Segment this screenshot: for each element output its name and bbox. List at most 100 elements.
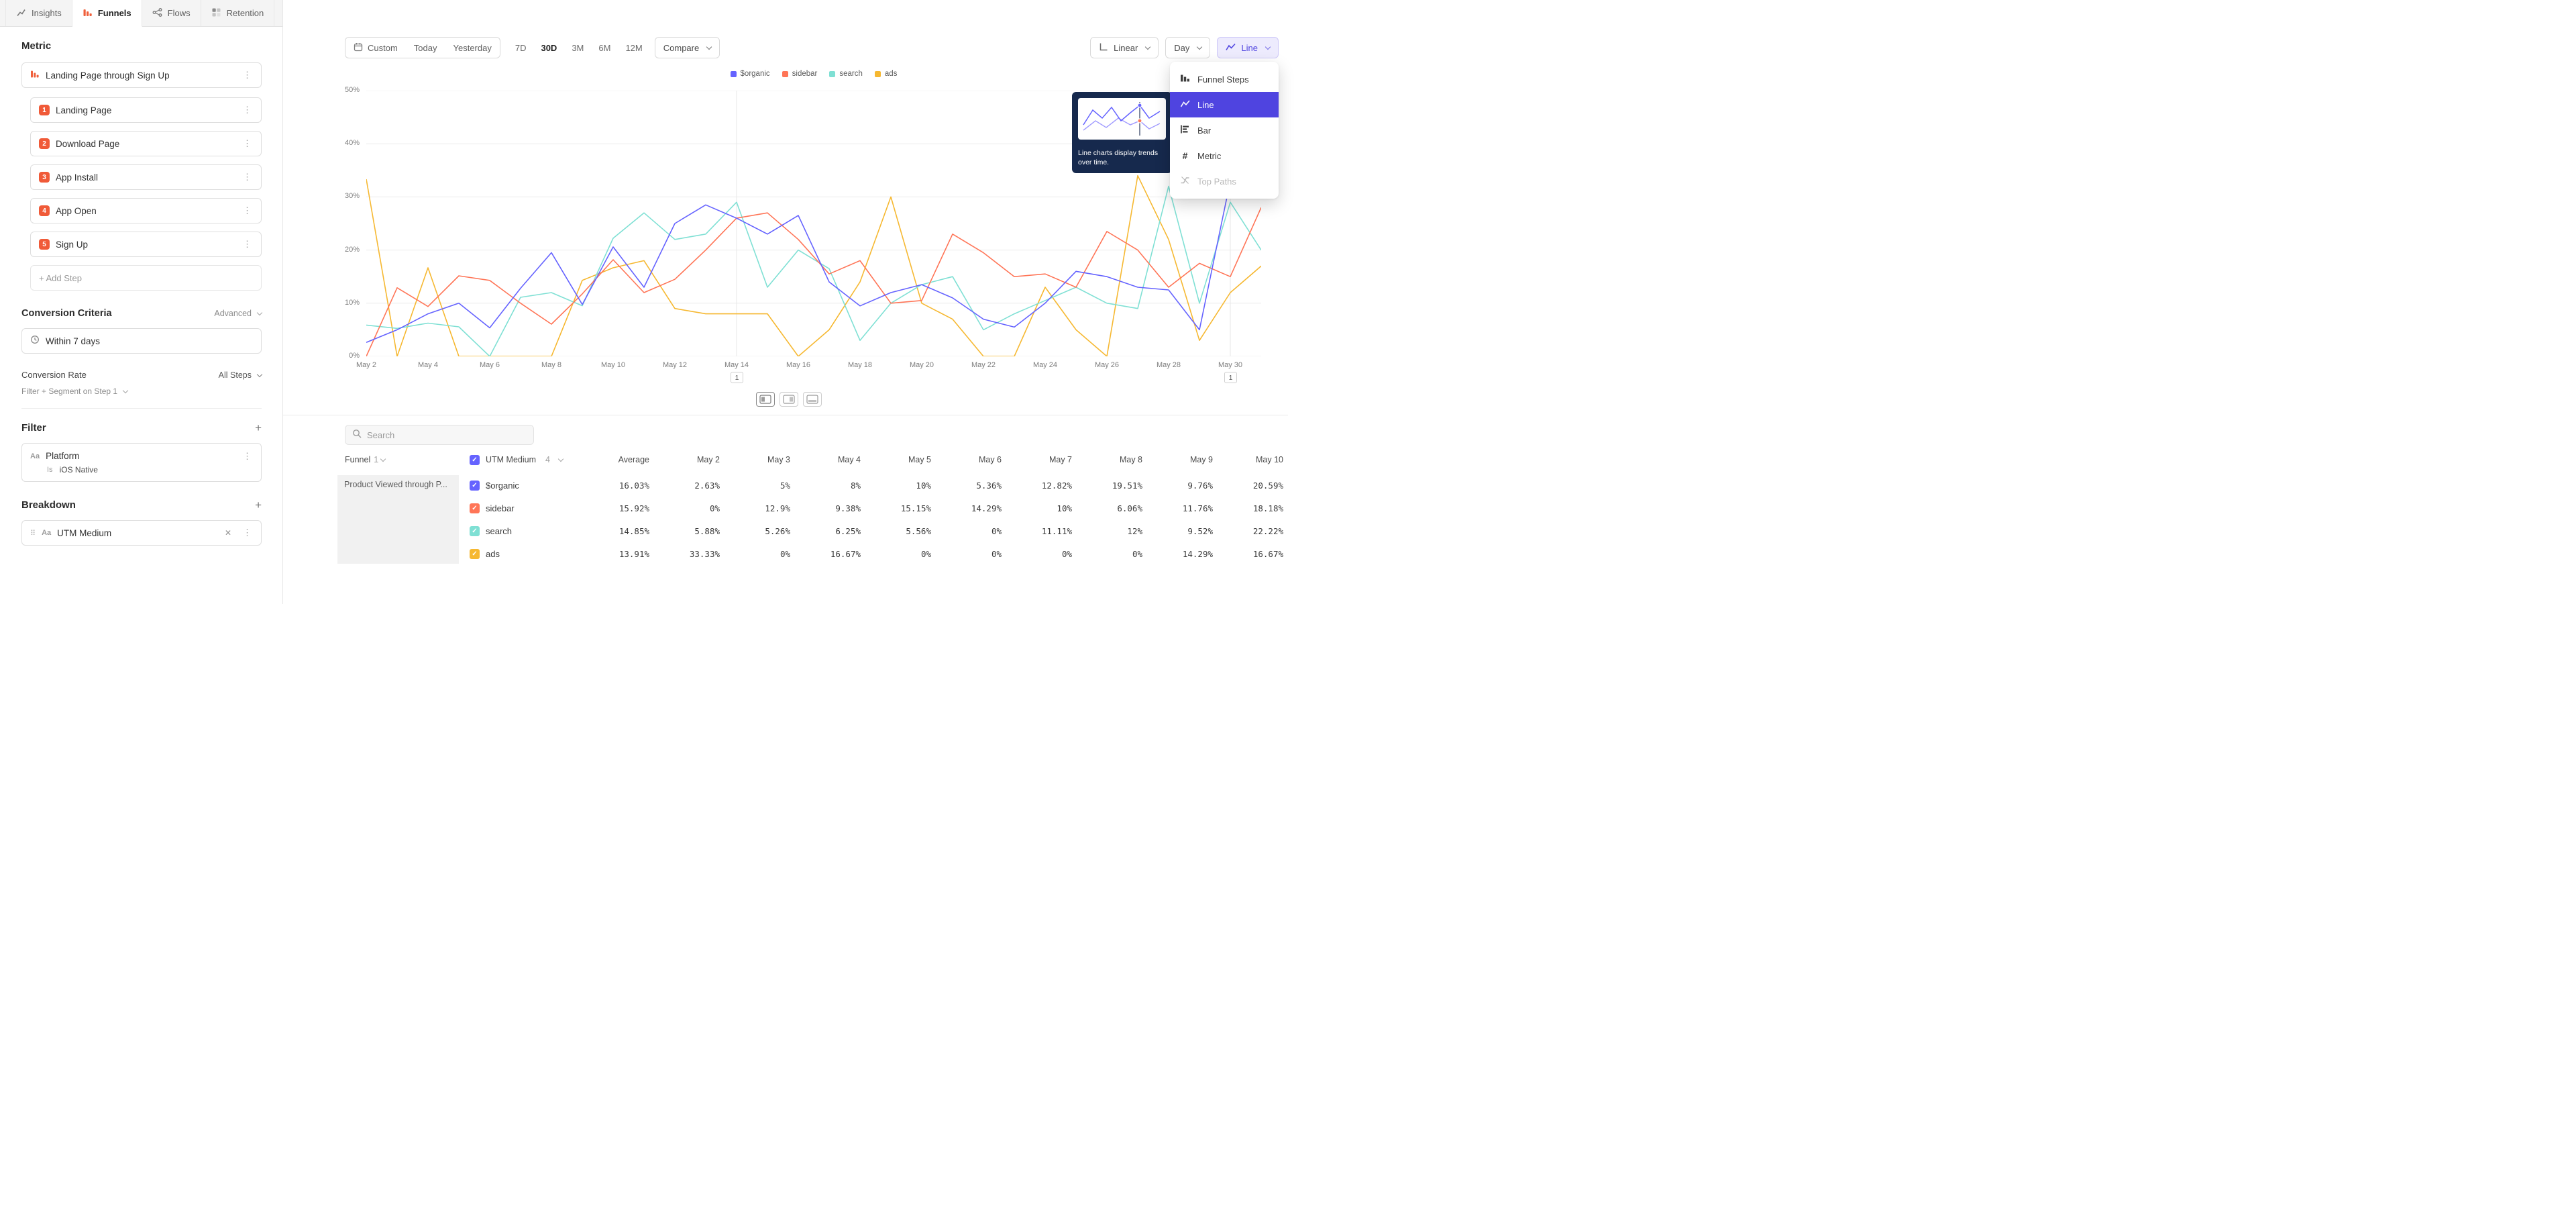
chart-legend: $organic sidebar search ads <box>366 70 1261 78</box>
conversion-window-card[interactable]: Within 7 days <box>21 328 262 354</box>
series-checkbox[interactable]: ✓ <box>470 526 480 536</box>
drag-handle-icon[interactable]: ⠿ <box>30 529 36 538</box>
tab-retention[interactable]: Retention <box>201 0 275 26</box>
legend-item[interactable]: ads <box>875 70 898 78</box>
step-label: Sign Up <box>56 240 88 250</box>
series-checkbox[interactable]: ✓ <box>470 549 480 559</box>
menu-item-metric[interactable]: # Metric <box>1170 143 1279 168</box>
select-all-checkbox[interactable]: ✓ <box>470 455 480 465</box>
series-checkbox[interactable]: ✓ <box>470 481 480 491</box>
compare-button[interactable]: Compare <box>655 37 720 58</box>
funnel-card[interactable]: Landing Page through Sign Up ⋮ <box>21 62 262 88</box>
line-chart-preview <box>1078 98 1166 143</box>
annotation-marker[interactable]: 1 <box>1224 372 1237 383</box>
chevron-down-icon <box>558 456 564 462</box>
step-download-page[interactable]: 2 Download Page ⋮ <box>30 131 262 156</box>
column-header-date: May 2 <box>649 455 720 464</box>
column-header-date: May 6 <box>931 455 1002 464</box>
layout-chart-left-icon[interactable] <box>756 392 775 407</box>
x-tick-label: May 2 <box>346 361 386 369</box>
breakdown-utm-card[interactable]: ⠿ Aa UTM Medium ✕ ⋮ <box>21 520 262 546</box>
custom-range-button[interactable]: Custom <box>345 38 406 58</box>
layout-chart-right-icon[interactable] <box>780 392 798 407</box>
column-header-date: May 8 <box>1072 455 1142 464</box>
yesterday-button[interactable]: Yesterday <box>445 38 500 58</box>
step-number-badge: 5 <box>39 239 50 250</box>
table-body: ✓$organic16.03%2.63%5%8%10%5.36%12.82%19… <box>337 474 1283 565</box>
kebab-menu-icon[interactable]: ⋮ <box>241 105 253 115</box>
column-header-date: May 7 <box>1002 455 1072 464</box>
metric-heading: Metric <box>21 40 261 52</box>
range-7d[interactable]: 7D <box>508 37 533 58</box>
breakdown-column-dropdown[interactable]: ✓ UTM Medium4 <box>459 455 573 465</box>
retention-icon <box>211 7 221 19</box>
add-filter-button[interactable]: + <box>255 422 262 434</box>
range-12m[interactable]: 12M <box>619 37 649 58</box>
range-30d[interactable]: 30D <box>534 37 564 58</box>
x-tick-label: May 4 <box>408 361 448 369</box>
column-header-average: Average <box>573 455 649 464</box>
step-app-install[interactable]: 3 App Install ⋮ <box>30 164 262 190</box>
step-app-open[interactable]: 4 App Open ⋮ <box>30 198 262 223</box>
series-checkbox[interactable]: ✓ <box>470 503 480 513</box>
add-breakdown-button[interactable]: + <box>255 499 262 511</box>
range-6m[interactable]: 6M <box>592 37 617 58</box>
funnel-steps: 1 Landing Page ⋮ 2 Download Page ⋮ 3 App… <box>21 97 261 291</box>
step-landing-page[interactable]: 1 Landing Page ⋮ <box>30 97 262 123</box>
range-buttons: 7D 30D 3M 6M 12M <box>508 37 649 58</box>
kebab-menu-icon[interactable]: ⋮ <box>241 239 253 250</box>
table-series-cell[interactable]: ✓sidebar <box>459 503 573 513</box>
table-value-cell: 14.85% <box>573 526 649 536</box>
menu-item-bar[interactable]: Bar <box>1170 117 1279 143</box>
menu-item-line[interactable]: Line <box>1170 92 1279 117</box>
step-sign-up[interactable]: 5 Sign Up ⋮ <box>30 232 262 257</box>
table-value-cell: 16.67% <box>1213 549 1283 559</box>
scale-dropdown[interactable]: Linear <box>1090 37 1159 58</box>
funnel-column-dropdown[interactable]: Funnel1 <box>337 455 459 464</box>
legend-item[interactable]: $organic <box>731 70 770 78</box>
advanced-dropdown[interactable]: Advanced <box>214 309 262 318</box>
kebab-menu-icon[interactable]: ⋮ <box>241 70 253 81</box>
search-box[interactable] <box>345 425 534 445</box>
chevron-down-icon <box>1265 44 1271 50</box>
breakdown-heading: Breakdown <box>21 499 76 511</box>
tab-insights[interactable]: Insights <box>5 0 72 26</box>
table-value-cell: 0% <box>1072 549 1142 559</box>
table-value-cell: 12% <box>1072 526 1142 536</box>
step-number-badge: 2 <box>39 138 50 149</box>
filter-segment-dropdown[interactable]: Filter + Segment on Step 1 <box>21 387 261 396</box>
filter-platform-card[interactable]: Aa Platform ⋮ Is iOS Native <box>21 443 262 482</box>
annotation-marker[interactable]: 1 <box>731 372 743 383</box>
insights-icon <box>16 7 26 19</box>
filter-value[interactable]: iOS Native <box>60 465 98 474</box>
table-value-cell: 18.18% <box>1213 503 1283 513</box>
table-series-cell[interactable]: ✓search <box>459 526 573 536</box>
menu-item-funnel-steps[interactable]: Funnel Steps <box>1170 66 1279 92</box>
column-header-date: May 9 <box>1142 455 1213 464</box>
legend-item[interactable]: search <box>829 70 863 78</box>
kebab-menu-icon[interactable]: ⋮ <box>241 205 253 216</box>
all-steps-dropdown[interactable]: All Steps <box>219 370 262 380</box>
conversion-criteria-heading: Conversion Criteria <box>21 308 112 319</box>
table-series-cell[interactable]: ✓$organic <box>459 481 573 491</box>
layout-toggles <box>756 392 822 407</box>
chart-type-dropdown[interactable]: Line <box>1217 37 1279 58</box>
legend-item[interactable]: sidebar <box>782 70 818 78</box>
layout-chart-bottom-icon[interactable] <box>803 392 822 407</box>
table-series-cell[interactable]: ✓ads <box>459 549 573 559</box>
today-button[interactable]: Today <box>406 38 445 58</box>
tab-funnels[interactable]: Funnels <box>72 0 142 27</box>
kebab-menu-icon[interactable]: ⋮ <box>241 451 253 462</box>
range-3m[interactable]: 3M <box>565 37 590 58</box>
add-step-button[interactable]: + Add Step <box>30 265 262 291</box>
kebab-menu-icon[interactable]: ⋮ <box>241 138 253 149</box>
kebab-menu-icon[interactable]: ⋮ <box>241 172 253 183</box>
granularity-dropdown[interactable]: Day <box>1165 37 1210 58</box>
kebab-menu-icon[interactable]: ⋮ <box>241 527 253 538</box>
tab-flows[interactable]: Flows <box>142 0 201 26</box>
table-value-cell: 11.76% <box>1142 503 1213 513</box>
filter-operator: Is <box>47 466 53 474</box>
search-input[interactable] <box>367 430 515 440</box>
remove-breakdown-icon[interactable]: ✕ <box>225 528 231 538</box>
menu-item-top-paths: Top Paths <box>1170 168 1279 194</box>
